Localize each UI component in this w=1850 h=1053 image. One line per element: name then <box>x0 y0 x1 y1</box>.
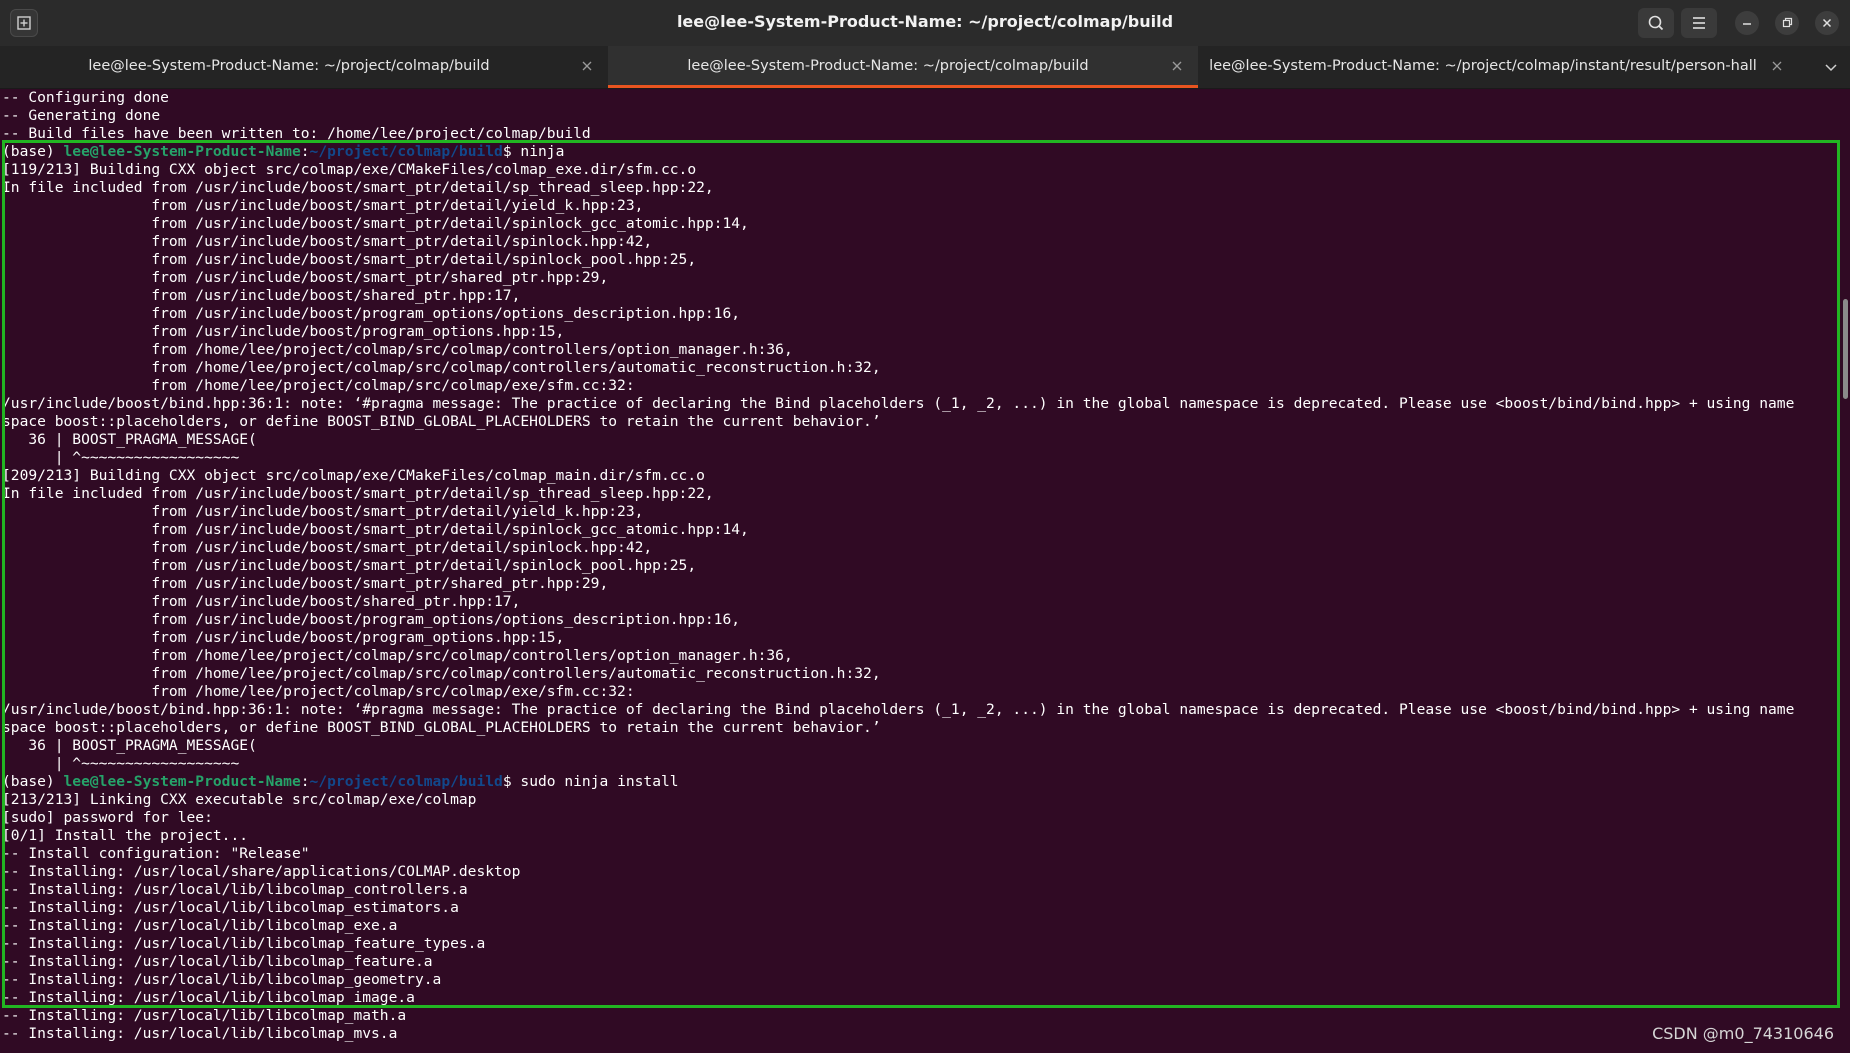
close-window-button[interactable] <box>1815 11 1839 35</box>
prompt-user: lee@lee-System-Product-Name <box>63 773 301 790</box>
terminal-line: [213/213] Linking CXX executable src/col… <box>2 791 477 808</box>
terminal-line: from /usr/include/boost/shared_ptr.hpp:1… <box>2 287 521 304</box>
terminal-line: -- Installing: /usr/local/lib/libcolmap_… <box>2 935 486 952</box>
terminal-line: -- Installing: /usr/local/lib/libcolmap_… <box>2 899 459 916</box>
terminal-line: -- Installing: /usr/local/lib/libcolmap_… <box>2 971 442 988</box>
close-icon <box>1172 61 1182 71</box>
terminal-line: -- Installing: /usr/local/share/applicat… <box>2 863 521 880</box>
prompt-line-2: (base) lee@lee-System-Product-Name:~/pro… <box>2 773 1838 791</box>
terminal-line: from /usr/include/boost/smart_ptr/detail… <box>2 503 644 520</box>
close-icon <box>1772 61 1782 71</box>
terminal-line: from /home/lee/project/colmap/src/colmap… <box>2 647 793 664</box>
terminal-line: -- Installing: /usr/local/lib/libcolmap_… <box>2 1025 398 1042</box>
terminal-line: In file included from /usr/include/boost… <box>2 179 714 196</box>
prompt-env: (base) <box>2 143 64 160</box>
watermark: CSDN @m0_74310646 <box>1652 1024 1834 1043</box>
tab-3[interactable]: lee@lee-System-Product-Name: ~/project/c… <box>1198 46 1798 88</box>
terminal-line: from /usr/include/boost/smart_ptr/shared… <box>2 575 609 592</box>
terminal-line: -- Installing: /usr/local/lib/libcolmap_… <box>2 881 468 898</box>
terminal-line: 36 | BOOST_PRAGMA_MESSAGE( <box>2 431 257 448</box>
terminal-line: from /home/lee/project/colmap/src/colmap… <box>2 359 881 376</box>
prompt-separator: : <box>300 773 310 790</box>
tabs-dropdown-button[interactable] <box>1824 60 1838 74</box>
close-tab-button[interactable] <box>1770 59 1784 73</box>
terminal-line: from /usr/include/boost/smart_ptr/detail… <box>2 215 749 232</box>
terminal-line: from /usr/include/boost/smart_ptr/shared… <box>2 269 609 286</box>
terminal-line: from /usr/include/boost/smart_ptr/detail… <box>2 233 653 250</box>
terminal-line: | ^~~~~~~~~~~~~~~~~~~ <box>2 755 240 772</box>
terminal-line: -- Installing: /usr/local/lib/libcolmap_… <box>2 989 415 1006</box>
prompt-separator: : <box>300 143 310 160</box>
prompt-command: sudo ninja install <box>520 773 679 790</box>
tab-label: lee@lee-System-Product-Name: ~/project/c… <box>88 58 490 74</box>
terminal-line: /usr/include/boost/bind.hpp:36:1: note: … <box>2 701 1795 718</box>
terminal-line: space boost::placeholders, or define BOO… <box>2 719 881 736</box>
chevron-down-icon <box>1825 64 1837 72</box>
hamburger-menu-icon <box>1693 17 1705 29</box>
terminal-line: [119/213] Building CXX object src/colmap… <box>2 161 697 178</box>
terminal-line: -- Installing: /usr/local/lib/libcolmap_… <box>2 917 398 934</box>
prompt-user: lee@lee-System-Product-Name <box>63 143 301 160</box>
tab-label: lee@lee-System-Product-Name: ~/project/c… <box>1209 58 1757 74</box>
terminal-line: from /usr/include/boost/smart_ptr/detail… <box>2 251 697 268</box>
terminal-line: -- Configuring done <box>2 89 169 106</box>
terminal-line: [209/213] Building CXX object src/colmap… <box>2 467 705 484</box>
restore-icon <box>1782 17 1793 28</box>
terminal-line: -- Installing: /usr/local/lib/libcolmap_… <box>2 1007 407 1024</box>
prompt-command: ninja <box>520 143 565 160</box>
terminal-line: from /usr/include/boost/shared_ptr.hpp:1… <box>2 593 521 610</box>
prompt-env: (base) <box>2 773 64 790</box>
terminal-line: from /usr/include/boost/smart_ptr/detail… <box>2 197 644 214</box>
prompt-path: ~/project/colmap/build <box>309 143 503 160</box>
close-icon <box>1822 18 1832 28</box>
search-button[interactable] <box>1638 8 1674 38</box>
search-icon <box>1648 15 1664 31</box>
header-bar: lee@lee-System-Product-Name: ~/project/c… <box>0 0 1850 46</box>
scrollbar-thumb[interactable] <box>1843 299 1848 399</box>
minimize-button[interactable] <box>1735 11 1759 35</box>
close-tab-button[interactable] <box>580 59 594 73</box>
close-tab-button[interactable] <box>1170 59 1184 73</box>
tab-2[interactable]: lee@lee-System-Product-Name: ~/project/c… <box>608 46 1198 88</box>
terminal-line: -- Install configuration: "Release" <box>2 845 310 862</box>
terminal-line: from /usr/include/boost/program_options.… <box>2 323 565 340</box>
tab-bar: lee@lee-System-Product-Name: ~/project/c… <box>0 46 1850 89</box>
prompt-line-1: (base) lee@lee-System-Product-Name:~/pro… <box>2 143 1838 161</box>
terminal-line: -- Generating done <box>2 107 161 124</box>
prompt-symbol: $ <box>502 143 521 160</box>
terminal-line: from /usr/include/boost/program_options.… <box>2 629 565 646</box>
restore-button[interactable] <box>1775 11 1799 35</box>
terminal-output[interactable]: -- Configuring done -- Generating done -- … <box>0 89 1838 1053</box>
terminal-line: from /home/lee/project/colmap/src/colmap… <box>2 683 635 700</box>
terminal-line: [sudo] password for lee: <box>2 809 213 826</box>
tab-label: lee@lee-System-Product-Name: ~/project/c… <box>687 58 1089 74</box>
close-icon <box>582 61 592 71</box>
terminal-line: from /usr/include/boost/smart_ptr/detail… <box>2 521 749 538</box>
terminal-line: from /usr/include/boost/program_options/… <box>2 611 741 628</box>
terminal-line: from /usr/include/boost/smart_ptr/detail… <box>2 539 653 556</box>
prompt-symbol: $ <box>502 773 521 790</box>
terminal-line: -- Build files have been written to: /ho… <box>2 125 591 142</box>
terminal-line: -- Installing: /usr/local/lib/libcolmap_… <box>2 953 433 970</box>
terminal-line: In file included from /usr/include/boost… <box>2 485 714 502</box>
terminal-line: /usr/include/boost/bind.hpp:36:1: note: … <box>2 395 1795 412</box>
terminal-line: from /usr/include/boost/smart_ptr/detail… <box>2 557 697 574</box>
terminal-line: from /home/lee/project/colmap/src/colmap… <box>2 341 793 358</box>
terminal-line: | ^~~~~~~~~~~~~~~~~~~ <box>2 449 240 466</box>
terminal-line: 36 | BOOST_PRAGMA_MESSAGE( <box>2 737 257 754</box>
minimize-icon <box>1743 23 1751 25</box>
menu-button[interactable] <box>1681 8 1717 38</box>
window-title: lee@lee-System-Product-Name: ~/project/c… <box>676 12 1174 31</box>
terminal-line: from /home/lee/project/colmap/src/colmap… <box>2 665 881 682</box>
terminal-line: space boost::placeholders, or define BOO… <box>2 413 881 430</box>
terminal-scrollbar[interactable] <box>1841 89 1850 1053</box>
tab-1[interactable]: lee@lee-System-Product-Name: ~/project/c… <box>0 46 608 88</box>
prompt-path: ~/project/colmap/build <box>309 773 503 790</box>
terminal-line: from /usr/include/boost/program_options/… <box>2 305 741 322</box>
terminal-line: [0/1] Install the project... <box>2 827 249 844</box>
terminal-line: from /home/lee/project/colmap/src/colmap… <box>2 377 635 394</box>
